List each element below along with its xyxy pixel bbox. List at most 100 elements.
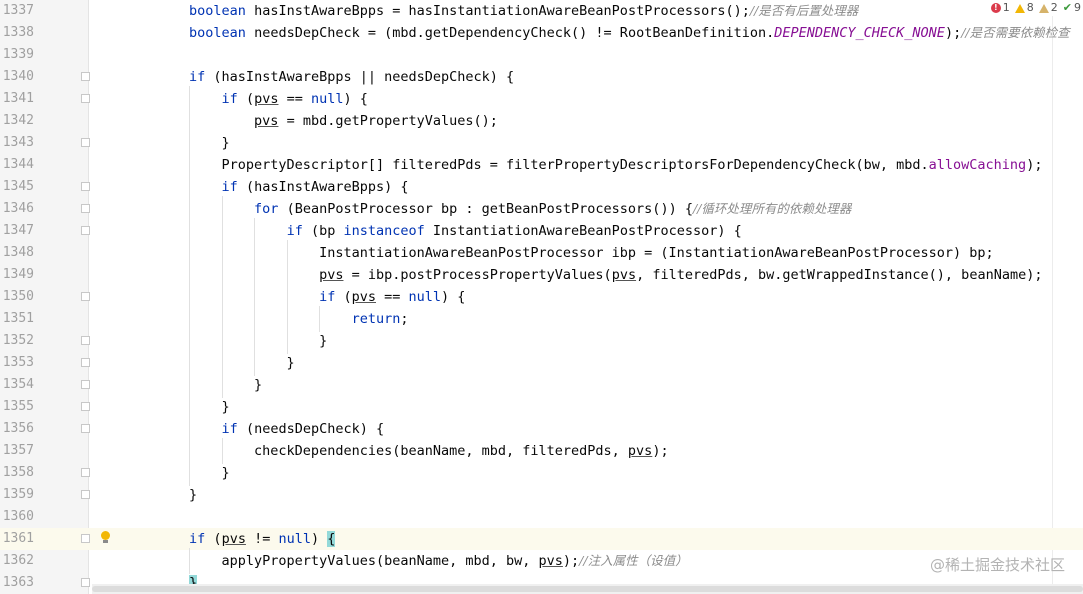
line-number: 1363	[2, 575, 34, 590]
code-editor[interactable]: 1337 boolean hasInstAwareBpps = hasInsta…	[0, 0, 1083, 594]
errors-indicator[interactable]: ! 1	[990, 0, 1010, 16]
code-token: pvs	[627, 443, 653, 459]
code-token: {	[327, 531, 336, 547]
code-text: if (hasInstAwareBpps) {	[124, 176, 409, 198]
code-keyword: instanceof	[343, 223, 425, 239]
line-number: 1353	[2, 355, 34, 370]
code-line[interactable]: 1356 if (needsDepCheck) {	[0, 418, 1083, 440]
code-text: PropertyDescriptor[] filteredPds = filte…	[124, 154, 1043, 176]
code-line[interactable]: 1357 checkDependencies(beanName, mbd, fi…	[0, 440, 1083, 462]
fold-marker-icon[interactable]	[81, 424, 90, 433]
line-number: 1341	[2, 91, 34, 106]
code-line[interactable]: 1341 if (pvs == null) {	[0, 88, 1083, 110]
code-token: (hasInstAwareBpps) {	[237, 179, 409, 195]
line-number: 1355	[2, 399, 34, 414]
code-keyword: null	[408, 289, 442, 305]
code-line[interactable]: 1352 }	[0, 330, 1083, 352]
code-text: if (pvs == null) {	[124, 88, 368, 110]
code-line[interactable]: 1358 }	[0, 462, 1083, 484]
code-text: }	[124, 132, 230, 154]
code-token: pvs	[221, 531, 246, 547]
code-token: (BeanPostProcessor bp : getBeanPostProce…	[278, 201, 693, 217]
code-text: pvs = ibp.postProcessPropertyValues(pvs,…	[124, 264, 1042, 286]
code-token: hasInstAwareBpps = hasInstantiationAware…	[245, 3, 750, 19]
code-token: allowCaching	[928, 157, 1027, 173]
code-line[interactable]: 1353 }	[0, 352, 1083, 374]
weak-warnings-indicator[interactable]: 2	[1038, 0, 1058, 16]
code-token: )	[310, 531, 328, 547]
code-token: pvs	[611, 267, 637, 283]
code-text: boolean hasInstAwareBpps = hasInstantiat…	[124, 0, 858, 22]
fold-marker-icon[interactable]	[81, 534, 90, 543]
code-line[interactable]: 1340 if (hasInstAwareBpps || needsDepChe…	[0, 66, 1083, 88]
code-line[interactable]: 1339	[0, 44, 1083, 66]
lightbulb-icon[interactable]	[100, 531, 111, 544]
code-line[interactable]: 1345 if (hasInstAwareBpps) {	[0, 176, 1083, 198]
fold-marker-icon[interactable]	[81, 72, 90, 81]
code-line[interactable]: 1337 boolean hasInstAwareBpps = hasInsta…	[0, 0, 1083, 22]
line-number: 1351	[2, 311, 34, 326]
fold-marker-icon[interactable]	[81, 358, 90, 367]
code-line[interactable]: 1361 if (pvs != null) {	[0, 528, 1083, 550]
horizontal-scrollbar[interactable]	[92, 584, 1083, 594]
inspection-status-widget[interactable]: ! 1 8 2 ✔ 9	[984, 0, 1083, 16]
line-number: 1358	[2, 465, 34, 480]
code-token: }	[124, 465, 230, 481]
code-keyword: if	[286, 223, 303, 239]
fold-marker-icon[interactable]	[81, 94, 90, 103]
code-line[interactable]: 1362 applyPropertyValues(beanName, mbd, …	[0, 550, 1083, 572]
line-number: 1349	[2, 267, 34, 282]
code-line[interactable]: 1343 }	[0, 132, 1083, 154]
fold-marker-icon[interactable]	[81, 490, 90, 499]
code-keyword: return	[351, 311, 401, 327]
code-keyword: boolean	[189, 25, 246, 41]
code-line[interactable]: 1347 if (bp instanceof InstantiationAwar…	[0, 220, 1083, 242]
warnings-count: 8	[1026, 1, 1034, 14]
code-token: (bp	[302, 223, 344, 239]
warnings-indicator[interactable]: 8	[1014, 0, 1034, 16]
code-token: InstantiationAwareBeanPostProcessor) {	[424, 223, 742, 239]
code-line[interactable]: 1338 boolean needsDepCheck = (mbd.getDep…	[0, 22, 1083, 44]
weak-warnings-count: 2	[1050, 1, 1058, 14]
code-line[interactable]: 1349 pvs = ibp.postProcessPropertyValues…	[0, 264, 1083, 286]
fold-marker-icon[interactable]	[81, 402, 90, 411]
code-line[interactable]: 1355 }	[0, 396, 1083, 418]
code-token: DEPENDENCY_CHECK_NONE	[774, 25, 945, 41]
code-line[interactable]: 1359 }	[0, 484, 1083, 506]
code-keyword: null	[278, 531, 311, 547]
code-line[interactable]: 1344 PropertyDescriptor[] filteredPds = …	[0, 154, 1083, 176]
code-keyword: if	[221, 421, 238, 437]
fold-marker-icon[interactable]	[81, 292, 90, 301]
code-line[interactable]: 1351 return;	[0, 308, 1083, 330]
fold-marker-icon[interactable]	[81, 468, 90, 477]
code-keyword: if	[189, 69, 206, 85]
code-comment: //是否需要依赖检查	[961, 25, 1070, 40]
code-line[interactable]: 1350 if (pvs == null) {	[0, 286, 1083, 308]
scrollbar-thumb[interactable]	[92, 586, 1083, 592]
errors-count: 1	[1002, 1, 1010, 14]
code-line[interactable]: 1342 pvs = mbd.getPropertyValues();	[0, 110, 1083, 132]
code-text: if (needsDepCheck) {	[124, 418, 385, 440]
code-line[interactable]: 1348 InstantiationAwareBeanPostProcessor…	[0, 242, 1083, 264]
fold-marker-icon[interactable]	[81, 380, 90, 389]
code-line[interactable]: 1360	[0, 506, 1083, 528]
fold-marker-icon[interactable]	[81, 138, 90, 147]
code-line[interactable]: 1346 for (BeanPostProcessor bp : getBean…	[0, 198, 1083, 220]
fold-marker-icon[interactable]	[81, 182, 90, 191]
fold-marker-icon[interactable]	[81, 226, 90, 235]
fold-marker-icon[interactable]	[81, 204, 90, 213]
line-number: 1337	[2, 3, 34, 18]
line-number: 1340	[2, 69, 34, 84]
fold-marker-icon[interactable]	[81, 578, 90, 587]
line-number: 1357	[2, 443, 34, 458]
fold-marker-icon[interactable]	[81, 336, 90, 345]
line-number: 1343	[2, 135, 34, 150]
line-number: 1342	[2, 113, 34, 128]
typos-indicator[interactable]: ✔ 9	[1063, 0, 1081, 16]
code-token: pvs	[319, 267, 344, 283]
code-line[interactable]: 1354 }	[0, 374, 1083, 396]
code-token: );	[944, 25, 962, 41]
